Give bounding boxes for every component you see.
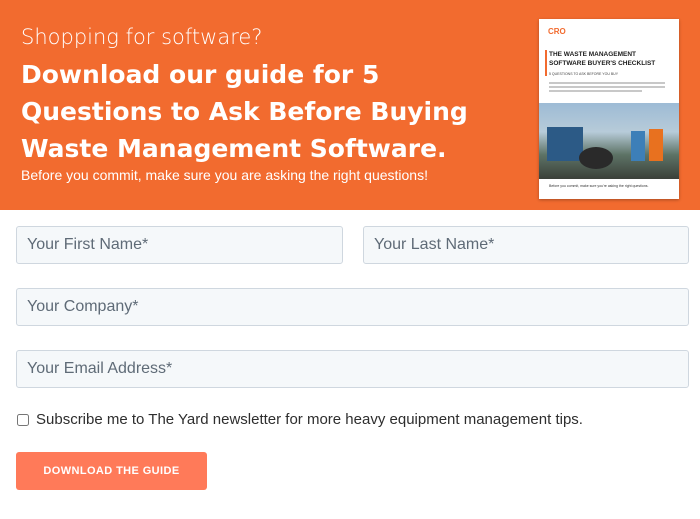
guide-kicker: 5 QUESTIONS TO ASK BEFORE YOU BUY	[549, 72, 619, 76]
banner-headline: Download our guide for 5 Questions to As…	[21, 60, 468, 163]
download-guide-button[interactable]: DOWNLOAD THE GUIDE	[16, 452, 207, 490]
newsletter-checkbox[interactable]	[17, 413, 29, 426]
guide-photo-portable-toilet-blue	[631, 131, 645, 161]
guide-logo: CRO	[548, 27, 566, 36]
guide-photo-truck	[547, 127, 583, 161]
guide-title: THE WASTE MANAGEMENT SOFTWARE BUYER'S CH…	[549, 51, 656, 67]
last-name-input[interactable]	[363, 226, 689, 264]
company-input[interactable]	[16, 288, 689, 326]
banner-subtext: Before you commit, make sure you are ask…	[21, 167, 428, 183]
newsletter-checkbox-label[interactable]: Subscribe me to The Yard newsletter for …	[36, 411, 583, 428]
guide-photo-portable-toilet-orange	[649, 129, 663, 161]
guide-photo-debris	[579, 147, 613, 169]
guide-accent-bar	[545, 50, 547, 76]
banner-eyebrow: Shopping for software?	[21, 25, 263, 49]
email-input[interactable]	[16, 350, 689, 388]
first-name-input[interactable]	[16, 226, 343, 264]
guide-footer-text: Before you commit, make sure you're aski…	[549, 184, 649, 188]
guide-cover-image: CRO THE WASTE MANAGEMENT SOFTWARE BUYER'…	[539, 19, 679, 199]
promo-banner: Shopping for software? Download our guid…	[0, 0, 700, 210]
guide-body-text	[549, 82, 665, 94]
newsletter-consent: Subscribe me to The Yard newsletter for …	[16, 411, 583, 428]
guide-photo	[539, 103, 679, 179]
